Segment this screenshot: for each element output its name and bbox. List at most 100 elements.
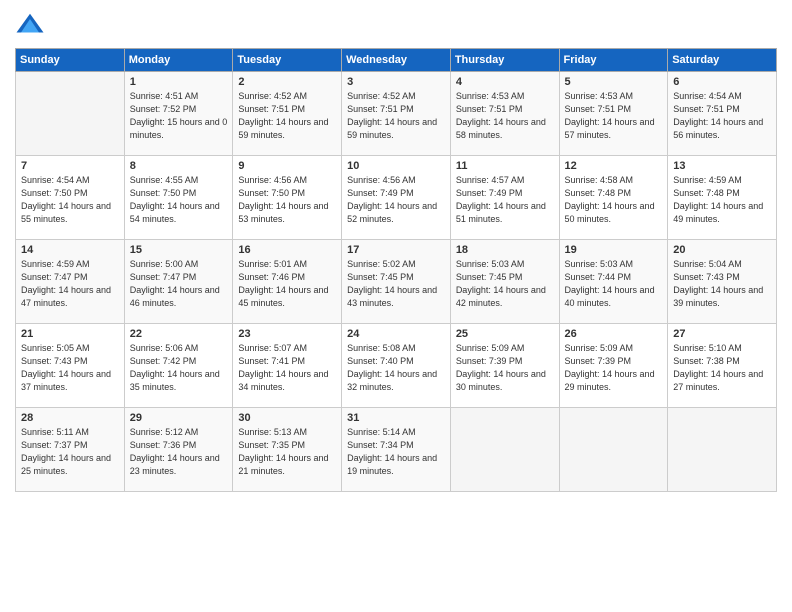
day-info: Sunrise: 4:59 AMSunset: 7:47 PMDaylight:… (21, 258, 119, 310)
header-cell-wednesday: Wednesday (342, 49, 451, 72)
day-cell (668, 408, 777, 492)
day-cell: 18 Sunrise: 5:03 AMSunset: 7:45 PMDayligh… (450, 240, 559, 324)
day-cell: 20 Sunrise: 5:04 AMSunset: 7:43 PMDayligh… (668, 240, 777, 324)
day-info: Sunrise: 5:13 AMSunset: 7:35 PMDaylight:… (238, 426, 336, 478)
day-number: 29 (130, 412, 228, 424)
header-cell-sunday: Sunday (16, 49, 125, 72)
header-cell-thursday: Thursday (450, 49, 559, 72)
day-info: Sunrise: 5:08 AMSunset: 7:40 PMDaylight:… (347, 342, 445, 394)
calendar-table: SundayMondayTuesdayWednesdayThursdayFrid… (15, 48, 777, 492)
day-cell: 21 Sunrise: 5:05 AMSunset: 7:43 PMDayligh… (16, 324, 125, 408)
day-info: Sunrise: 5:05 AMSunset: 7:43 PMDaylight:… (21, 342, 119, 394)
day-info: Sunrise: 5:04 AMSunset: 7:43 PMDaylight:… (673, 258, 771, 310)
day-number: 31 (347, 412, 445, 424)
day-number: 25 (456, 328, 554, 340)
day-cell: 8 Sunrise: 4:55 AMSunset: 7:50 PMDaylight… (124, 156, 233, 240)
day-info: Sunrise: 5:10 AMSunset: 7:38 PMDaylight:… (673, 342, 771, 394)
day-info: Sunrise: 4:53 AMSunset: 7:51 PMDaylight:… (565, 90, 663, 142)
day-number: 18 (456, 244, 554, 256)
day-cell: 3 Sunrise: 4:52 AMSunset: 7:51 PMDaylight… (342, 72, 451, 156)
day-info: Sunrise: 4:55 AMSunset: 7:50 PMDaylight:… (130, 174, 228, 226)
day-cell (16, 72, 125, 156)
day-cell: 11 Sunrise: 4:57 AMSunset: 7:49 PMDayligh… (450, 156, 559, 240)
header-cell-monday: Monday (124, 49, 233, 72)
day-cell (559, 408, 668, 492)
day-info: Sunrise: 5:11 AMSunset: 7:37 PMDaylight:… (21, 426, 119, 478)
day-number: 15 (130, 244, 228, 256)
day-number: 27 (673, 328, 771, 340)
day-info: Sunrise: 5:12 AMSunset: 7:36 PMDaylight:… (130, 426, 228, 478)
day-cell: 1 Sunrise: 4:51 AMSunset: 7:52 PMDaylight… (124, 72, 233, 156)
week-row-4: 21 Sunrise: 5:05 AMSunset: 7:43 PMDayligh… (16, 324, 777, 408)
day-info: Sunrise: 4:58 AMSunset: 7:48 PMDaylight:… (565, 174, 663, 226)
day-info: Sunrise: 5:06 AMSunset: 7:42 PMDaylight:… (130, 342, 228, 394)
day-cell: 24Sunrise: 5:08 AMSunset: 7:40 PMDayligh… (342, 324, 451, 408)
week-row-3: 14 Sunrise: 4:59 AMSunset: 7:47 PMDayligh… (16, 240, 777, 324)
day-cell: 15 Sunrise: 5:00 AMSunset: 7:47 PMDayligh… (124, 240, 233, 324)
day-info: Sunrise: 5:03 AMSunset: 7:45 PMDaylight:… (456, 258, 554, 310)
day-cell (450, 408, 559, 492)
day-number: 10 (347, 160, 445, 172)
day-info: Sunrise: 4:57 AMSunset: 7:49 PMDaylight:… (456, 174, 554, 226)
day-cell: 19 Sunrise: 5:03 AMSunset: 7:44 PMDayligh… (559, 240, 668, 324)
day-info: Sunrise: 4:52 AMSunset: 7:51 PMDaylight:… (347, 90, 445, 142)
day-number: 23 (238, 328, 336, 340)
day-cell: 16 Sunrise: 5:01 AMSunset: 7:46 PMDayligh… (233, 240, 342, 324)
day-info: Sunrise: 4:53 AMSunset: 7:51 PMDaylight:… (456, 90, 554, 142)
header-cell-saturday: Saturday (668, 49, 777, 72)
logo (15, 10, 49, 40)
day-info: Sunrise: 4:54 AMSunset: 7:50 PMDaylight:… (21, 174, 119, 226)
day-number: 20 (673, 244, 771, 256)
day-number: 11 (456, 160, 554, 172)
day-cell: 26Sunrise: 5:09 AMSunset: 7:39 PMDayligh… (559, 324, 668, 408)
day-cell: 12 Sunrise: 4:58 AMSunset: 7:48 PMDayligh… (559, 156, 668, 240)
day-number: 4 (456, 76, 554, 88)
day-info: Sunrise: 4:59 AMSunset: 7:48 PMDaylight:… (673, 174, 771, 226)
week-row-2: 7 Sunrise: 4:54 AMSunset: 7:50 PMDaylight… (16, 156, 777, 240)
day-number: 5 (565, 76, 663, 88)
day-cell: 2Sunrise: 4:52 AMSunset: 7:51 PMDaylight… (233, 72, 342, 156)
logo-icon (15, 10, 45, 40)
day-info: Sunrise: 5:09 AMSunset: 7:39 PMDaylight:… (456, 342, 554, 394)
day-cell: 13 Sunrise: 4:59 AMSunset: 7:48 PMDayligh… (668, 156, 777, 240)
day-number: 8 (130, 160, 228, 172)
day-number: 28 (21, 412, 119, 424)
day-number: 30 (238, 412, 336, 424)
day-info: Sunrise: 4:56 AMSunset: 7:49 PMDaylight:… (347, 174, 445, 226)
day-info: Sunrise: 4:51 AMSunset: 7:52 PMDaylight:… (130, 90, 228, 142)
day-info: Sunrise: 4:54 AMSunset: 7:51 PMDaylight:… (673, 90, 771, 142)
day-number: 17 (347, 244, 445, 256)
day-number: 9 (238, 160, 336, 172)
day-cell: 4 Sunrise: 4:53 AMSunset: 7:51 PMDaylight… (450, 72, 559, 156)
day-number: 7 (21, 160, 119, 172)
day-info: Sunrise: 5:03 AMSunset: 7:44 PMDaylight:… (565, 258, 663, 310)
header (15, 10, 777, 40)
day-number: 12 (565, 160, 663, 172)
day-info: Sunrise: 4:56 AMSunset: 7:50 PMDaylight:… (238, 174, 336, 226)
day-cell: 25 Sunrise: 5:09 AMSunset: 7:39 PMDayligh… (450, 324, 559, 408)
day-number: 3 (347, 76, 445, 88)
day-cell: 28 Sunrise: 5:11 AMSunset: 7:37 PMDayligh… (16, 408, 125, 492)
week-row-1: 1 Sunrise: 4:51 AMSunset: 7:52 PMDaylight… (16, 72, 777, 156)
day-number: 22 (130, 328, 228, 340)
day-cell: 22 Sunrise: 5:06 AMSunset: 7:42 PMDayligh… (124, 324, 233, 408)
day-cell: 17Sunrise: 5:02 AMSunset: 7:45 PMDayligh… (342, 240, 451, 324)
day-info: Sunrise: 5:01 AMSunset: 7:46 PMDaylight:… (238, 258, 336, 310)
day-cell: 9 Sunrise: 4:56 AMSunset: 7:50 PMDaylight… (233, 156, 342, 240)
day-number: 19 (565, 244, 663, 256)
day-number: 21 (21, 328, 119, 340)
day-cell: 6 Sunrise: 4:54 AMSunset: 7:51 PMDaylight… (668, 72, 777, 156)
day-number: 26 (565, 328, 663, 340)
day-cell: 31Sunrise: 5:14 AMSunset: 7:34 PMDayligh… (342, 408, 451, 492)
day-info: Sunrise: 5:00 AMSunset: 7:47 PMDaylight:… (130, 258, 228, 310)
day-cell: 5 Sunrise: 4:53 AMSunset: 7:51 PMDaylight… (559, 72, 668, 156)
day-number: 14 (21, 244, 119, 256)
day-number: 13 (673, 160, 771, 172)
day-info: Sunrise: 4:52 AMSunset: 7:51 PMDaylight:… (238, 90, 336, 142)
day-cell: 7 Sunrise: 4:54 AMSunset: 7:50 PMDaylight… (16, 156, 125, 240)
day-cell: 30 Sunrise: 5:13 AMSunset: 7:35 PMDayligh… (233, 408, 342, 492)
day-number: 6 (673, 76, 771, 88)
header-cell-tuesday: Tuesday (233, 49, 342, 72)
day-number: 1 (130, 76, 228, 88)
day-number: 16 (238, 244, 336, 256)
